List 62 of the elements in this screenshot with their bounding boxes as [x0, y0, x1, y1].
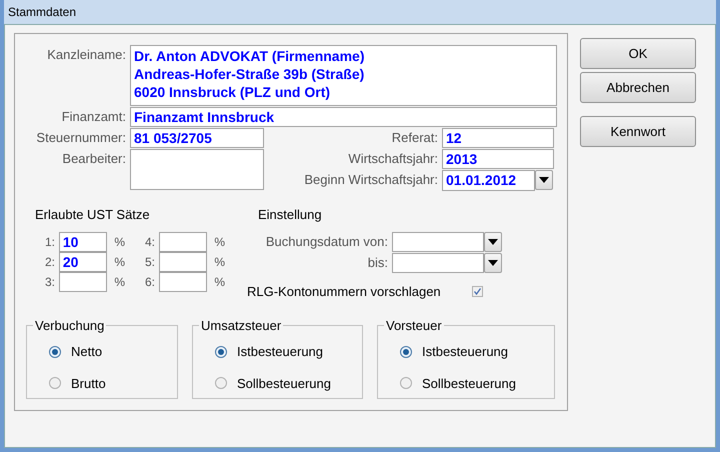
date-field[interactable]: 01.01.2012 [442, 170, 535, 191]
radio-button[interactable] [400, 377, 412, 390]
radio-label: Sollbesteuerung [422, 374, 516, 393]
input-field[interactable]: 2013 [442, 149, 554, 169]
percent-label: % [214, 254, 225, 270]
rate-field[interactable]: 10 [58, 232, 108, 252]
rate-label: 4: [145, 234, 156, 250]
rate-field[interactable]: 20 [58, 252, 108, 272]
radio-button[interactable] [215, 377, 227, 390]
input-field[interactable]: 81 053/2705 [130, 128, 264, 148]
field-label: Wirtschaftsjahr: [347, 150, 438, 168]
field-label: Finanzamt: [60, 108, 126, 126]
text-area[interactable]: Dr. Anton ADVOKAT (Firmenname) Andreas-Hofer-Straße 39b (Straße) 6020 Innsbruck (PLZ und Ort) [130, 45, 557, 106]
caret-icon [488, 238, 498, 244]
dropdown-button[interactable] [535, 170, 553, 190]
window-title: Stammdaten [8, 4, 76, 21]
percent-label: % [114, 254, 125, 270]
radio-button[interactable] [49, 346, 61, 358]
rate-field[interactable] [158, 232, 208, 252]
date-field[interactable] [392, 232, 484, 252]
date-field[interactable] [392, 252, 484, 272]
rate-field[interactable] [58, 272, 108, 292]
rate-label: 1: [45, 234, 56, 250]
rate-field[interactable] [158, 272, 208, 292]
radio-label: Istbesteuerung [237, 343, 324, 361]
field-label: Kanzleiname: [46, 46, 126, 64]
dropdown-button[interactable] [484, 252, 502, 272]
dropdown-button[interactable] [484, 232, 502, 252]
rate-label: 5: [145, 254, 156, 270]
text-area[interactable] [130, 149, 264, 190]
input-field[interactable]: Finanzamt Innsbruck [130, 107, 557, 127]
percent-label: % [214, 274, 225, 290]
radio-label: Netto [71, 343, 102, 361]
percent-label: % [114, 234, 125, 250]
dialog-button[interactable]: Abbrechen [580, 72, 696, 103]
section-heading: Einstellung [258, 206, 323, 224]
checkbox[interactable] [472, 286, 483, 297]
radio-button[interactable] [400, 346, 412, 358]
dialog-button[interactable]: OK [580, 38, 696, 69]
rate-label: 3: [45, 274, 56, 290]
input-field[interactable]: 12 [442, 128, 554, 148]
radio-button[interactable] [49, 377, 61, 390]
percent-label: % [114, 274, 125, 290]
caret-icon [488, 260, 498, 266]
radio-label: Brutto [71, 374, 106, 392]
rate-label: 6: [145, 274, 156, 290]
radio-label: Istbesteuerung [422, 343, 508, 361]
rate-field[interactable] [158, 252, 208, 272]
checkbox-label: RLG-Kontonummern vorschlagen [247, 282, 442, 301]
radio-button[interactable] [215, 346, 227, 358]
field-label: Steuernummer: [35, 129, 126, 147]
dialog-button[interactable]: Kennwort [580, 116, 696, 147]
field-label: Beginn Wirtschaftsjahr: [303, 171, 438, 189]
percent-label: % [214, 234, 225, 250]
rate-label: 2: [45, 254, 56, 270]
field-label: Bearbeiter: [61, 150, 126, 168]
field-label: Buchungsdatum von: [264, 232, 388, 251]
field-label: Referat: [390, 129, 438, 147]
section-heading: Erlaubte UST Sätze [35, 206, 151, 224]
caret-icon [539, 177, 549, 183]
field-label: bis: [366, 254, 388, 272]
radio-label: Sollbesteuerung [237, 374, 331, 393]
